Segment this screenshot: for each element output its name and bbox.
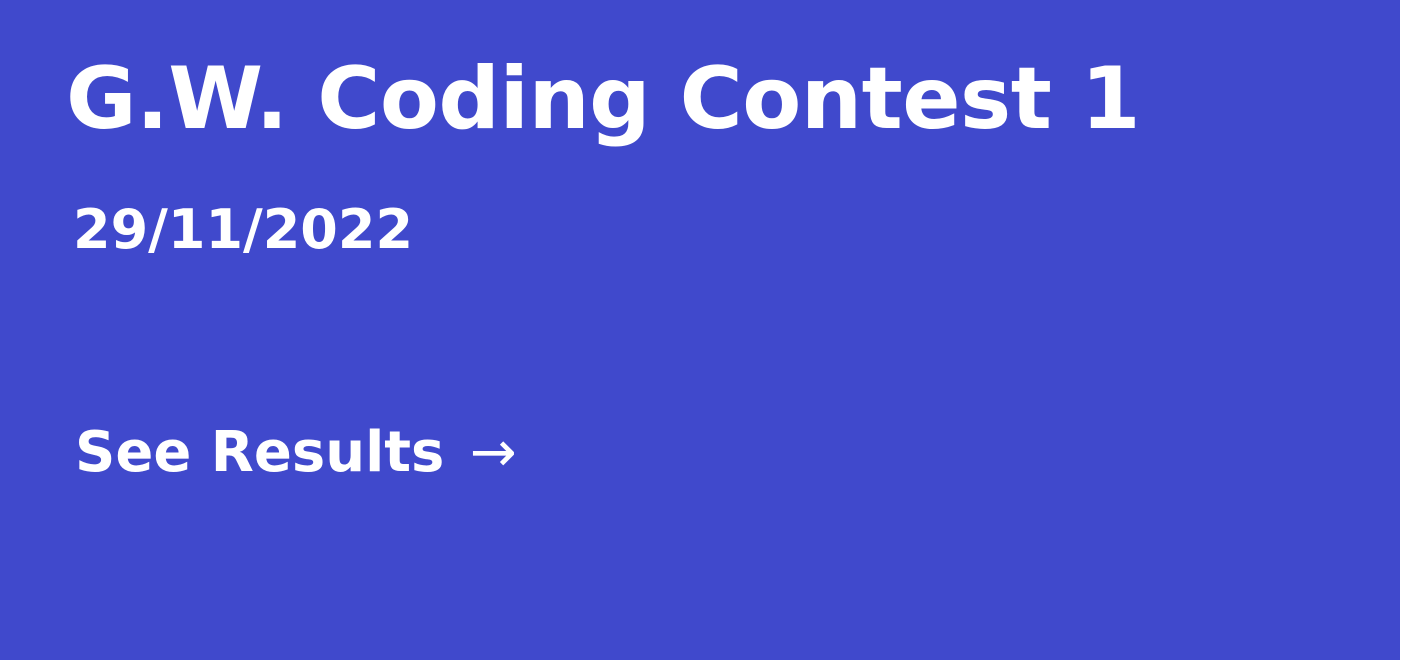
contest-title: G.W. Coding Contest 1 [66, 49, 1141, 149]
contest-card: G.W. Coding Contest 1 29/11/2022 See Res… [0, 0, 1400, 660]
see-results-link[interactable]: See Results → [75, 418, 517, 488]
contest-date: 29/11/2022 [73, 198, 414, 261]
see-results-label: See Results [75, 420, 445, 485]
arrow-right-icon: → [469, 420, 517, 485]
